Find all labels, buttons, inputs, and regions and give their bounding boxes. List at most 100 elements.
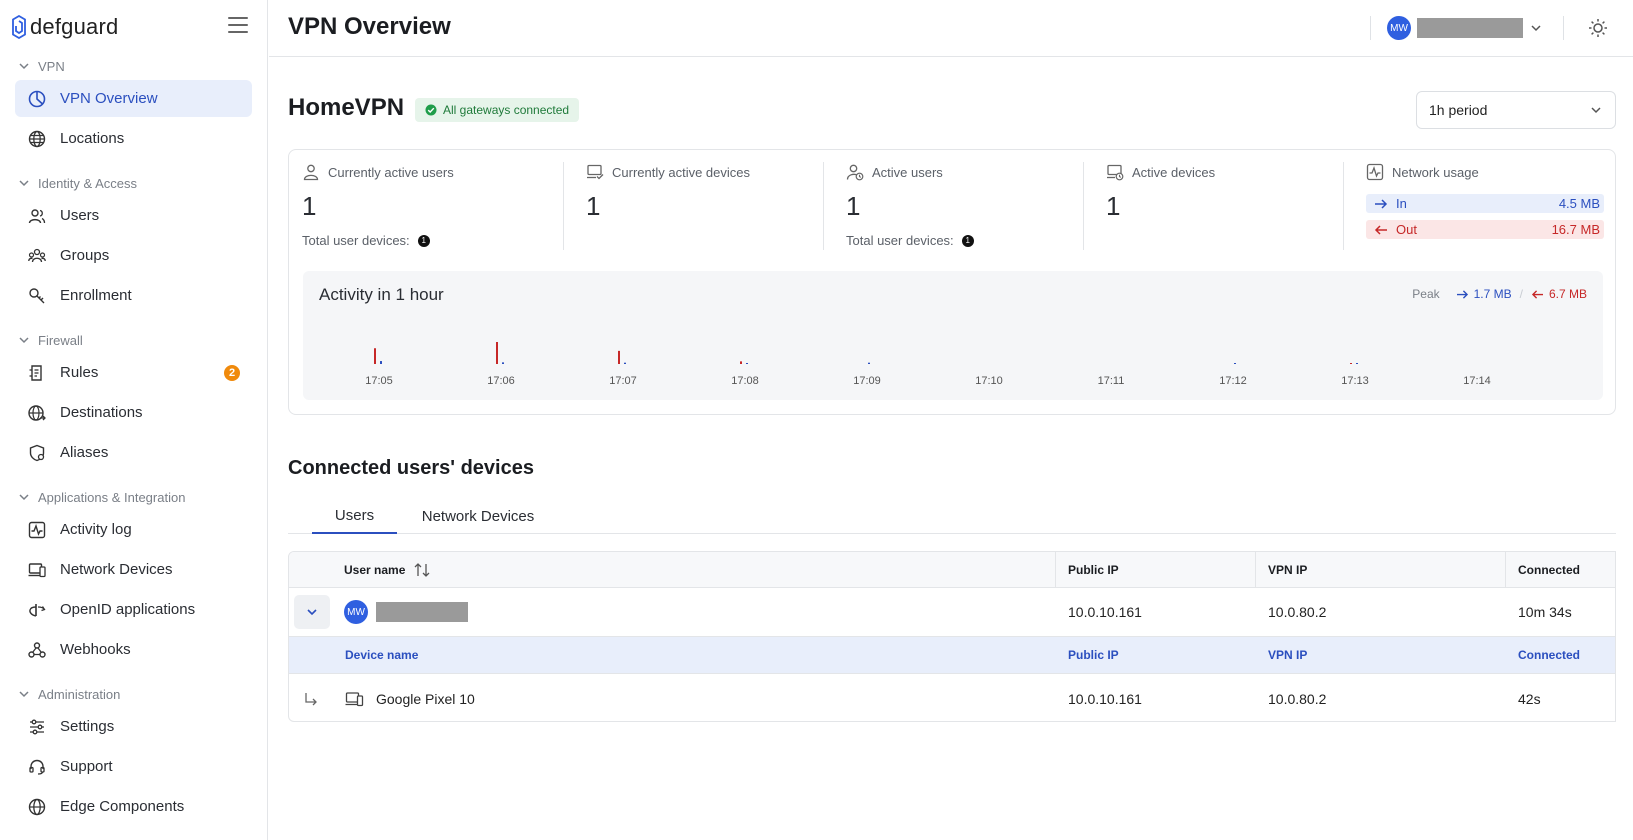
section-admin[interactable]: Administration xyxy=(18,684,120,704)
sidebar-item-support[interactable]: Support xyxy=(15,748,252,785)
table-header-row: User name Public IP VPN IP Connected xyxy=(289,552,1615,588)
defguard-logo-icon xyxy=(12,15,26,39)
stat-sub-label: Total user devices: xyxy=(302,233,410,248)
users-icon xyxy=(28,208,46,223)
stat-label: Active devices xyxy=(1132,164,1216,180)
x-tick-label: 17:10 xyxy=(975,375,1003,387)
stat-value: 1 xyxy=(846,191,861,221)
brand-logo[interactable]: defguard xyxy=(12,12,118,42)
headset-icon xyxy=(29,759,45,775)
column-header-user-name[interactable]: User name xyxy=(344,552,431,587)
gateway-status-text: All gateways connected xyxy=(443,103,570,117)
chevron-down-icon xyxy=(1591,107,1601,114)
activity-panel: Activity in 1 hour Peak 1.7 MB / 6.7 MB … xyxy=(303,271,1603,400)
activity-icon xyxy=(28,521,46,538)
bar-in-17:08 xyxy=(746,363,748,364)
sidebar-item-users[interactable]: Users xyxy=(15,197,252,234)
sidebar-item-activity-log[interactable]: Activity log xyxy=(15,511,252,548)
chevron-down-icon xyxy=(19,180,29,187)
x-tick-label: 17:09 xyxy=(853,375,881,387)
stat-sub-label: Total user devices: xyxy=(846,233,954,248)
sidebar-item-destinations[interactable]: Destinations xyxy=(15,394,252,431)
column-header-connected[interactable]: Connected xyxy=(1518,552,1580,587)
globe-icon xyxy=(28,130,46,147)
rules-document-icon xyxy=(29,364,42,381)
activity-icon xyxy=(1366,163,1384,181)
user-cell: MW xyxy=(344,588,468,636)
column-header-vpn-ip: VPN IP xyxy=(1268,648,1308,662)
sidebar-item-aliases[interactable]: Aliases xyxy=(15,434,252,471)
gateway-status-badge: All gateways connected xyxy=(415,98,580,122)
period-value: 1h period xyxy=(1429,102,1488,118)
stat-label: Currently active devices xyxy=(612,164,750,180)
chevron-down-icon xyxy=(19,337,29,344)
column-header-vpn-ip[interactable]: VPN IP xyxy=(1268,552,1307,587)
arrow-right-icon xyxy=(1456,289,1468,299)
sidebar-item-edge-components[interactable]: Edge Components xyxy=(15,788,252,825)
sidebar-item-network-devices[interactable]: Network Devices xyxy=(15,551,252,588)
bar-in-17:06 xyxy=(502,362,504,364)
bar-out-17:13 xyxy=(1350,363,1352,364)
sidebar-item-enrollment[interactable]: Enrollment xyxy=(15,277,252,314)
redacted-username xyxy=(376,602,468,622)
x-tick-label: 17:08 xyxy=(731,375,759,387)
bar-in-17:05 xyxy=(380,361,382,364)
expand-row-button[interactable] xyxy=(294,595,330,629)
peak-label: Peak xyxy=(1412,287,1440,301)
stat-active-devices: Active devices 1 xyxy=(1106,163,1336,251)
chevron-down-icon xyxy=(19,494,29,501)
pie-chart-icon xyxy=(28,90,46,107)
sun-icon[interactable] xyxy=(1587,17,1609,39)
sidebar: defguard VPN VPN Overview Locations Iden… xyxy=(0,0,268,840)
user-clock-icon xyxy=(846,164,864,181)
bar-out-17:08 xyxy=(740,361,742,364)
sidebar-item-openid[interactable]: OpenID applications xyxy=(15,591,252,628)
divider xyxy=(1370,16,1371,40)
sidebar-item-label: Network Devices xyxy=(60,561,173,578)
rules-count-badge: 2 xyxy=(224,365,240,381)
sidebar-item-locations[interactable]: Locations xyxy=(15,120,252,157)
section-firewall[interactable]: Firewall xyxy=(18,330,83,350)
section-vpn[interactable]: VPN xyxy=(18,56,65,76)
section-apps[interactable]: Applications & Integration xyxy=(18,487,185,507)
divider xyxy=(1083,162,1084,250)
tab-users[interactable]: Users xyxy=(312,498,397,534)
x-tick-label: 17:07 xyxy=(609,375,637,387)
devices-icon xyxy=(345,691,364,706)
stat-value: 1 xyxy=(586,191,601,221)
column-header-connected: Connected xyxy=(1518,648,1581,662)
corner-down-right-icon xyxy=(305,692,317,705)
sidebar-item-label: Aliases xyxy=(60,444,109,461)
table-row[interactable]: MW 10.0.10.161 10.0.80.2 10m 34s xyxy=(289,588,1615,637)
laptop-clock-icon xyxy=(1107,164,1124,181)
x-tick-label: 17:11 xyxy=(1098,375,1125,387)
user-connected: 10m 34s xyxy=(1518,604,1572,620)
sidebar-item-vpn-overview[interactable]: VPN Overview xyxy=(15,80,252,117)
user-public-ip: 10.0.10.161 xyxy=(1068,604,1142,620)
peak-in-value: 1.7 MB xyxy=(1473,287,1512,301)
check-circle-icon xyxy=(425,104,437,116)
bar-out-17:07 xyxy=(618,350,620,364)
sidebar-item-webhooks[interactable]: Webhooks xyxy=(15,631,252,668)
sidebar-item-groups[interactable]: Groups xyxy=(15,237,252,274)
section-admin-label: Administration xyxy=(38,686,121,702)
sidebar-item-label: Groups xyxy=(60,247,110,264)
network-in-value: 4.5 MB xyxy=(1558,196,1600,211)
menu-toggle-icon[interactable] xyxy=(228,17,248,35)
section-identity[interactable]: Identity & Access xyxy=(18,173,137,193)
webhook-icon xyxy=(28,641,46,658)
network-in-row: In 4.5 MB xyxy=(1366,194,1604,213)
divider xyxy=(1055,552,1056,587)
stat-label: Currently active users xyxy=(328,164,454,180)
table-row[interactable]: Google Pixel 10 10.0.10.161 10.0.80.2 42… xyxy=(289,674,1615,721)
count-badge: 1 xyxy=(417,234,430,247)
tab-network-devices[interactable]: Network Devices xyxy=(413,498,543,534)
sidebar-item-rules[interactable]: Rules 2 xyxy=(15,354,252,391)
column-header-public-ip[interactable]: Public IP xyxy=(1068,552,1119,587)
sidebar-item-settings[interactable]: Settings xyxy=(15,708,252,745)
user-menu[interactable]: MW xyxy=(1387,15,1543,41)
x-tick-label: 17:05 xyxy=(365,375,393,387)
sort-icon[interactable] xyxy=(413,562,431,578)
period-select[interactable]: 1h period xyxy=(1416,91,1616,129)
bar-out-17:06 xyxy=(496,342,498,364)
